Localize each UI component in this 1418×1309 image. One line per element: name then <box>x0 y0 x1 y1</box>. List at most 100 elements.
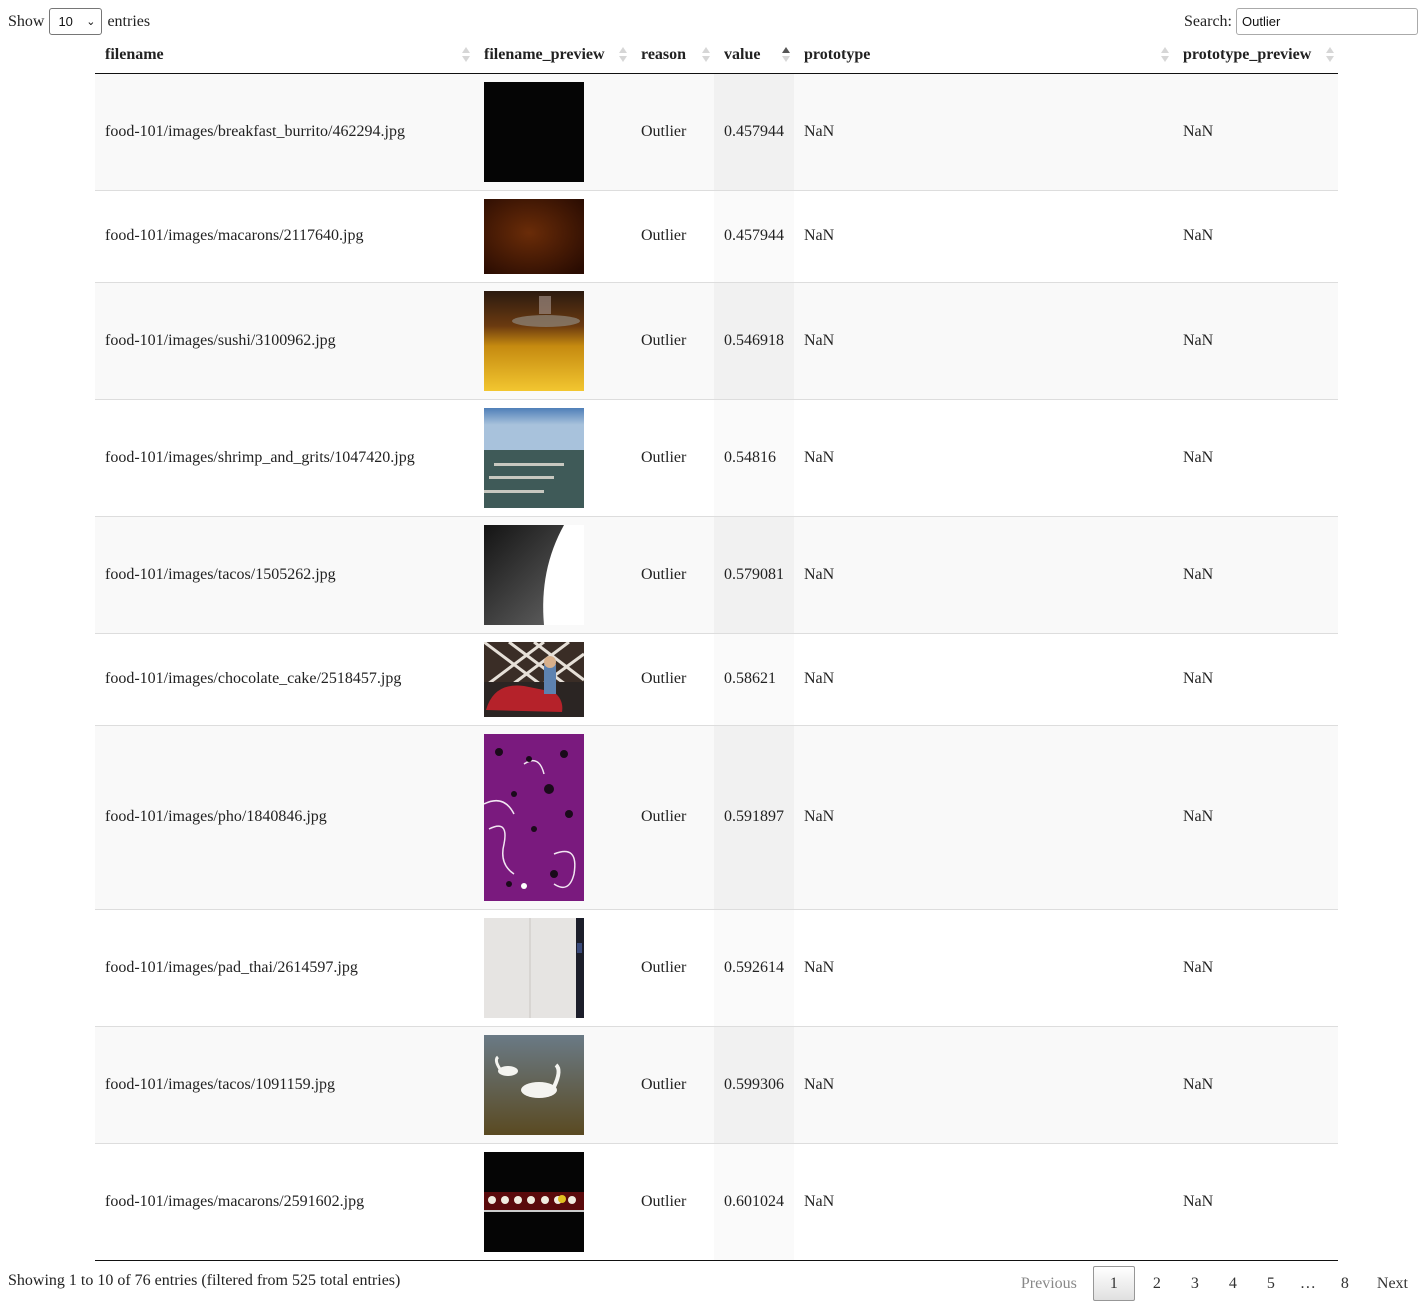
page-button-3[interactable]: 3 <box>1179 1266 1211 1301</box>
column-header-value[interactable]: value <box>714 38 794 74</box>
page-button-4[interactable]: 4 <box>1217 1266 1249 1301</box>
reason-cell: Outlier <box>631 1142 714 1261</box>
column-header-reason[interactable]: reason <box>631 38 714 74</box>
value-cell: 0.599306 <box>714 1025 794 1143</box>
reason-cell: Outlier <box>631 724 714 909</box>
prototype-cell: NaN <box>794 724 1173 909</box>
filename-cell: food-101/images/macarons/2591602.jpg <box>95 1142 474 1261</box>
preview-thumbnail <box>484 407 584 508</box>
column-header-prototype[interactable]: prototype <box>794 38 1173 74</box>
filename-cell: food-101/images/pho/1840846.jpg <box>95 724 474 909</box>
column-header-label: prototype <box>804 46 871 64</box>
prototype-preview-cell: NaN <box>1173 515 1338 633</box>
filename-preview-cell <box>474 281 631 399</box>
value-cell: 0.579081 <box>714 515 794 633</box>
previous-page-button[interactable]: Previous <box>1011 1266 1087 1301</box>
pagination-ellipsis: … <box>1299 1274 1316 1292</box>
chevron-down-icon: ⌄ <box>86 16 96 28</box>
preview-thumbnail <box>484 917 584 1018</box>
column-header-label: value <box>724 46 761 64</box>
entries-per-page-value: 10 <box>58 14 73 29</box>
column-header-label: filename_preview <box>484 46 605 64</box>
prototype-preview-cell: NaN <box>1173 281 1338 399</box>
column-header-filename-preview[interactable]: filename_preview <box>474 38 631 74</box>
prototype-preview-cell: NaN <box>1173 724 1338 909</box>
filename-cell: food-101/images/tacos/1091159.jpg <box>95 1025 474 1143</box>
preview-thumbnail <box>484 290 584 391</box>
prototype-preview-cell: NaN <box>1173 632 1338 725</box>
filename-preview-cell <box>474 515 631 633</box>
preview-thumbnail <box>484 733 584 901</box>
filename-preview-cell <box>474 189 631 282</box>
search-label: Search: <box>1184 12 1232 30</box>
column-header-label: prototype_preview <box>1183 46 1312 64</box>
prototype-cell: NaN <box>794 515 1173 633</box>
prototype-preview-cell: NaN <box>1173 908 1338 1026</box>
filename-preview-cell <box>474 632 631 725</box>
filename-preview-cell <box>474 73 631 190</box>
filename-cell: food-101/images/pad_thai/2614597.jpg <box>95 908 474 1026</box>
sort-ascending-icon <box>782 47 790 63</box>
filename-preview-cell <box>474 1142 631 1261</box>
page-button-1[interactable]: 1 <box>1092 1266 1135 1301</box>
prototype-cell: NaN <box>794 1142 1173 1261</box>
column-header-filename[interactable]: filename <box>95 38 474 74</box>
sort-icon <box>1161 47 1169 63</box>
column-header-label: filename <box>105 46 164 64</box>
filename-preview-cell <box>474 724 631 909</box>
prototype-cell: NaN <box>794 632 1173 725</box>
filename-cell: food-101/images/shrimp_and_grits/1047420… <box>95 398 474 516</box>
sort-icon <box>619 47 627 63</box>
sort-icon <box>1326 47 1334 63</box>
prototype-cell: NaN <box>794 908 1173 1026</box>
value-cell: 0.546918 <box>714 281 794 399</box>
page-button-2[interactable]: 2 <box>1141 1266 1173 1301</box>
reason-cell: Outlier <box>631 515 714 633</box>
column-header-label: reason <box>641 46 687 64</box>
column-header-prototype-preview[interactable]: prototype_preview <box>1173 38 1338 74</box>
value-cell: 0.54816 <box>714 398 794 516</box>
table-row: food-101/images/pho/1840846.jpg Outlier … <box>95 724 1338 909</box>
sort-icon <box>702 47 710 63</box>
filename-preview-cell <box>474 398 631 516</box>
table-row: food-101/images/sushi/3100962.jpg Outlie… <box>95 281 1338 399</box>
results-table: filename filename_preview reason value p… <box>95 38 1338 1261</box>
sort-icon <box>462 47 470 63</box>
value-cell: 0.601024 <box>714 1142 794 1261</box>
preview-thumbnail <box>484 81 584 182</box>
prototype-cell: NaN <box>794 398 1173 516</box>
reason-cell: Outlier <box>631 1025 714 1143</box>
filename-cell: food-101/images/macarons/2117640.jpg <box>95 189 474 282</box>
preview-thumbnail <box>484 641 584 717</box>
prototype-cell: NaN <box>794 1025 1173 1143</box>
pagination: Previous 1 2 3 4 5 … 8 Next <box>1005 1266 1418 1301</box>
prototype-preview-cell: NaN <box>1173 189 1338 282</box>
filename-preview-cell <box>474 1025 631 1143</box>
reason-cell: Outlier <box>631 398 714 516</box>
prototype-preview-cell: NaN <box>1173 73 1338 190</box>
preview-thumbnail <box>484 1034 584 1135</box>
prototype-cell: NaN <box>794 189 1173 282</box>
reason-cell: Outlier <box>631 189 714 282</box>
next-page-button[interactable]: Next <box>1367 1266 1418 1301</box>
reason-cell: Outlier <box>631 632 714 725</box>
show-label: Show <box>8 12 45 30</box>
prototype-cell: NaN <box>794 73 1173 190</box>
search-input[interactable] <box>1236 8 1418 35</box>
filename-cell: food-101/images/sushi/3100962.jpg <box>95 281 474 399</box>
value-cell: 0.457944 <box>714 189 794 282</box>
search-filter: Search: <box>1184 8 1418 35</box>
preview-thumbnail <box>484 524 584 625</box>
value-cell: 0.591897 <box>714 724 794 909</box>
table-row: food-101/images/macarons/2591602.jpg Out… <box>95 1142 1338 1261</box>
prototype-preview-cell: NaN <box>1173 1142 1338 1261</box>
table-row: food-101/images/tacos/1505262.jpg Outlie… <box>95 515 1338 633</box>
entries-per-page-select[interactable]: 10 ⌄ <box>49 8 103 35</box>
page-button-8[interactable]: 8 <box>1329 1266 1361 1301</box>
page-button-5[interactable]: 5 <box>1255 1266 1287 1301</box>
filename-preview-cell <box>474 908 631 1026</box>
filename-cell: food-101/images/breakfast_burrito/462294… <box>95 73 474 190</box>
table-row: food-101/images/macarons/2117640.jpg Out… <box>95 189 1338 282</box>
prototype-preview-cell: NaN <box>1173 1025 1338 1143</box>
reason-cell: Outlier <box>631 73 714 190</box>
